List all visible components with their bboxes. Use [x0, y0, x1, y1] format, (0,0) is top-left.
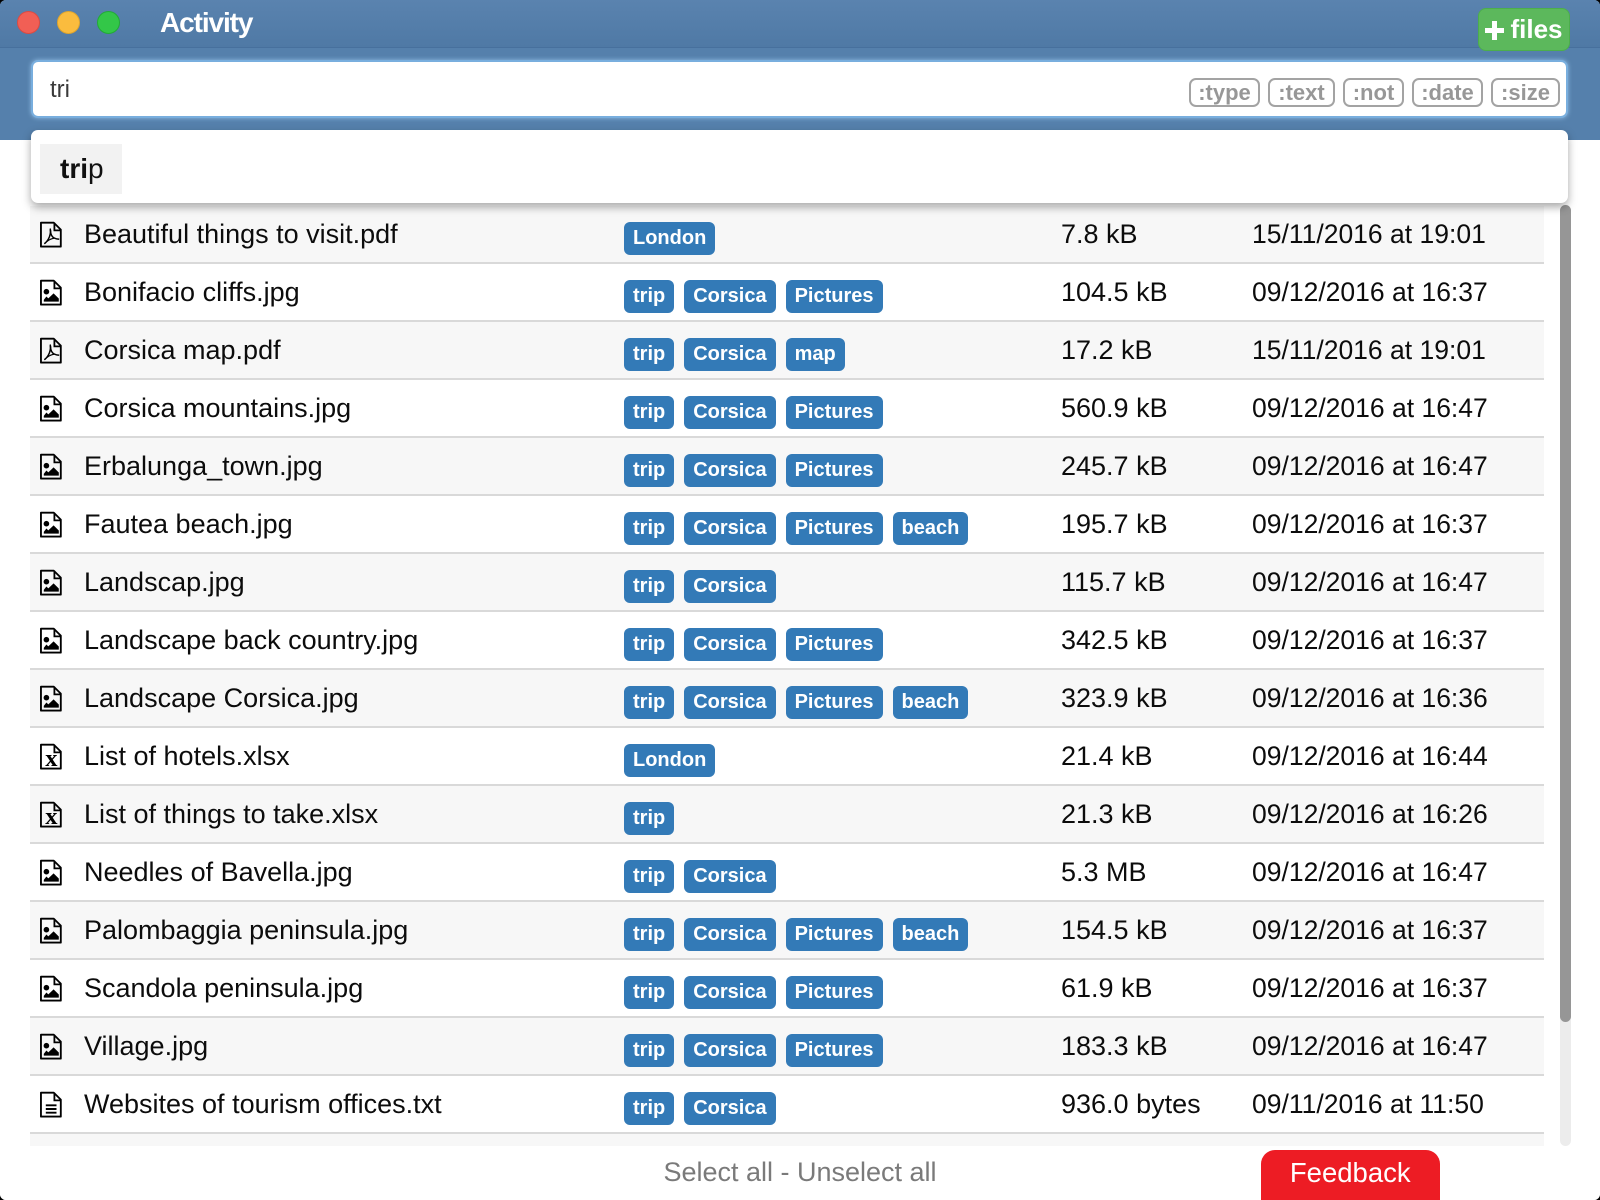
svg-text:x: x	[45, 803, 58, 828]
svg-text:x: x	[45, 745, 58, 770]
